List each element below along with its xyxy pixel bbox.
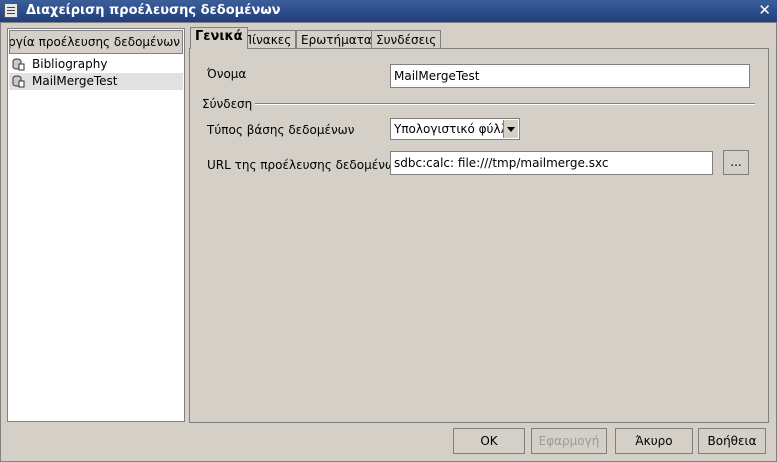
apply-button[interactable]: Εφαρμογή xyxy=(531,428,607,454)
browse-button[interactable]: ... xyxy=(723,150,749,175)
section-divider xyxy=(255,103,755,105)
url-input[interactable]: sdbc:calc: file:///tmp/mailmerge.sxc xyxy=(390,151,713,175)
tab-links[interactable]: Συνδέσεις xyxy=(371,30,442,48)
name-input[interactable]: MailMergeTest xyxy=(390,64,750,88)
chevron-down-icon[interactable] xyxy=(503,120,518,138)
name-value: MailMergeTest xyxy=(394,69,480,83)
new-datasource-label: Δημιουργία προέλευσης δεδομένων xyxy=(10,35,180,49)
close-button[interactable]: ✕ xyxy=(758,2,771,19)
list-item-label: Bibliography xyxy=(32,57,108,71)
db-type-select[interactable]: Υπολογιστικό φύλλο xyxy=(390,118,520,140)
tab-general[interactable]: Γενικά xyxy=(190,27,248,49)
ok-button[interactable]: ΟΚ xyxy=(453,428,525,454)
list-item-bibliography[interactable]: Bibliography xyxy=(9,56,183,73)
name-label: Όνομα xyxy=(207,67,247,81)
database-icon xyxy=(12,58,25,71)
db-type-value: Υπολογιστικό φύλλο xyxy=(394,122,516,136)
list-item-label: MailMergeTest xyxy=(32,74,118,88)
list-item-mailmergetest[interactable]: MailMergeTest xyxy=(9,73,183,90)
cancel-button[interactable]: Άκυρο xyxy=(615,428,693,454)
title-bar: Διαχείριση προέλευσης δεδομένων ✕ xyxy=(0,0,777,22)
tab-queries[interactable]: Ερωτήματα xyxy=(296,30,377,48)
app-icon xyxy=(4,3,18,18)
url-prefix: sdbc:calc: xyxy=(394,156,455,170)
database-icon xyxy=(12,75,25,88)
url-label: URL της προέλευσης δεδομένων xyxy=(207,158,402,172)
new-datasource-button[interactable]: Δημιουργία προέλευσης δεδομένων xyxy=(9,30,183,54)
help-button[interactable]: Βοήθεια xyxy=(698,428,766,454)
db-type-label: Τύπος βάσης δεδομένων xyxy=(207,123,355,137)
connection-section-label: Σύνδεση xyxy=(202,97,253,111)
url-value: file:///tmp/mailmerge.sxc xyxy=(457,156,609,170)
window-title: Διαχείριση προέλευσης δεδομένων xyxy=(26,3,281,18)
